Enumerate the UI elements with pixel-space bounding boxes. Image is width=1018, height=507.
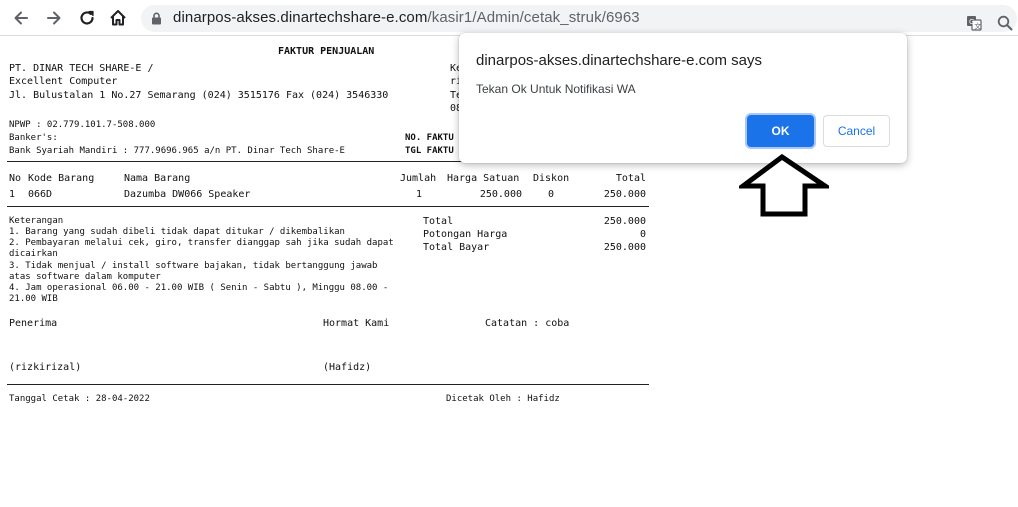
divider-middle [7, 206, 649, 207]
note-line: 3. Tidak menjual / install software baja… [9, 261, 378, 271]
url-host: dinarpos-akses.dinartechshare-e.com [173, 9, 428, 26]
tanggal-cetak: Tanggal Cetak : 28-04-2022 [9, 394, 150, 404]
url-text[interactable]: dinarpos-akses.dinartechshare-e.com/kasi… [173, 9, 640, 26]
row-total: 250.000 [603, 189, 646, 200]
col-total: Total [615, 173, 646, 184]
company-name: PT. DINAR TECH SHARE-E / [9, 63, 154, 74]
cancel-button[interactable]: Cancel [823, 115, 890, 147]
bankers-label: Banker's: [9, 133, 58, 143]
row-harga: 250.000 [479, 189, 522, 200]
keterangan-title: Keterangan [9, 216, 64, 226]
catatan: Catatan : coba [485, 318, 570, 329]
col-kode: Kode Barang [28, 173, 95, 184]
company-address: Jl. Bulustalan 1 No.27 Semarang (024) 35… [9, 90, 389, 101]
up-arrow-annotation-icon [739, 154, 829, 217]
row-kode: 066D [28, 189, 53, 200]
row-nama: Dazumba DW066 Speaker [124, 189, 251, 200]
dialog-message: Tekan Ok Untuk Notifikasi WA [476, 82, 636, 96]
col-diskon: Diskon [533, 173, 570, 184]
note-line: 1. Barang yang sudah dibeli tidak dapat … [9, 227, 345, 237]
row-diskon: 0 [548, 189, 555, 200]
note-line: dicairkan [9, 249, 58, 259]
reload-button[interactable] [75, 6, 99, 30]
penerima-label: Penerima [9, 318, 58, 329]
back-arrow-icon [14, 11, 28, 25]
col-nama: Nama Barang [124, 173, 191, 184]
dialog-title: dinarpos-akses.dinartechshare-e.com says [476, 52, 762, 69]
translate-icon[interactable]: G 文 [966, 15, 982, 31]
forward-arrow-icon [47, 11, 61, 25]
no-faktur-label: NO. FAKTU [405, 133, 454, 143]
address-bar[interactable]: dinarpos-akses.dinartechshare-e.com/kasi… [141, 5, 1017, 32]
svg-text:文: 文 [974, 21, 981, 30]
hormat-label: Hormat Kami [323, 318, 390, 329]
summary-potongan-label: Potongan Harga [423, 229, 508, 240]
forward-button[interactable] [42, 6, 66, 30]
col-harga: Harga Satuan [447, 173, 520, 184]
note-line: atas software dalam komputer [9, 272, 161, 282]
company-subname: Excellent Computer [9, 76, 118, 87]
zoom-icon[interactable] [997, 15, 1013, 31]
summary-total-label: Total [423, 216, 454, 227]
lock-icon[interactable] [151, 12, 162, 25]
ok-button[interactable]: OK [747, 115, 814, 147]
summary-bayar-label: Total Bayar [423, 242, 490, 253]
note-line: 4. Jam operasional 06.00 - 21.00 WIB ( S… [9, 283, 389, 293]
summary-potongan-value: 0 [639, 229, 646, 240]
divider-bottom [7, 384, 649, 385]
penerima-name: (rizkirizal) [9, 362, 82, 373]
invoice-title: FAKTUR PENJUALAN [278, 46, 375, 57]
summary-total-value: 250.000 [603, 216, 646, 227]
row-no: 1 [9, 189, 16, 200]
col-no: No [9, 173, 22, 184]
summary-bayar-value: 250.000 [603, 242, 646, 253]
home-button[interactable] [106, 6, 130, 30]
home-icon [110, 10, 126, 26]
browser-toolbar: dinarpos-akses.dinartechshare-e.com/kasi… [0, 0, 1018, 36]
dicetak-oleh: Dicetak Oleh : Hafidz [446, 394, 560, 404]
col-jumlah: Jumlah [400, 173, 437, 184]
row-jumlah: 1 [416, 189, 423, 200]
alert-dialog: dinarpos-akses.dinartechshare-e.com says… [459, 33, 907, 163]
npwp: NPWP : 02.779.101.7-508.000 [9, 120, 156, 130]
back-button[interactable] [9, 6, 33, 30]
tgl-faktur-label: TGL FAKTU [405, 146, 454, 156]
note-line: 2. Pembayaran melalui cek, giro, transfe… [9, 238, 394, 248]
reload-icon [80, 10, 94, 25]
bank-account: Bank Syariah Mandiri : 777.9696.965 a/n … [9, 146, 345, 156]
note-line: 21.00 WIB [9, 294, 58, 304]
hormat-name: (Hafidz) [323, 362, 372, 373]
url-path: /kasir1/Admin/cetak_struk/6963 [427, 9, 640, 26]
